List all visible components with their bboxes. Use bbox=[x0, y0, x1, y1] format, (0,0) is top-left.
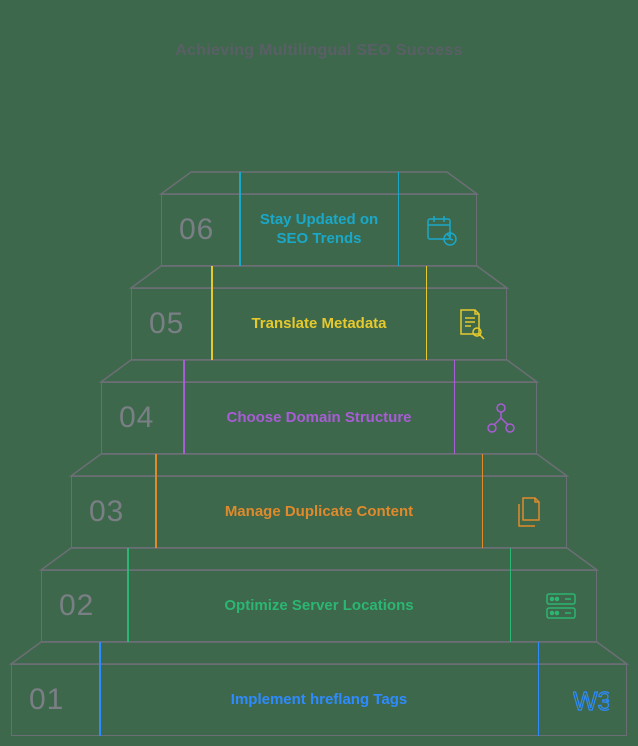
step-number: 03 bbox=[89, 495, 124, 529]
pyramid-diagram: 01 Implement hreflang Tags W3 02 Optimiz… bbox=[0, 100, 638, 736]
step-number: 04 bbox=[119, 401, 154, 435]
step-label: Manage Duplicate Content bbox=[155, 476, 483, 548]
tree-icon bbox=[483, 400, 519, 436]
w3-icon: W3 bbox=[573, 682, 609, 718]
doc-search-icon bbox=[453, 306, 489, 342]
svg-text:W3: W3 bbox=[573, 686, 609, 716]
documents-icon bbox=[513, 494, 549, 530]
step-label: Implement hreflang Tags bbox=[99, 664, 539, 736]
step-number: 05 bbox=[149, 307, 184, 341]
diagram-title: Achieving Multilingual SEO Success bbox=[0, 42, 638, 60]
step-label: Translate Metadata bbox=[211, 288, 427, 360]
step-05: 05 Translate Metadata bbox=[131, 288, 507, 360]
step-02: 02 Optimize Server Locations bbox=[41, 570, 597, 642]
step-01: 01 Implement hreflang Tags W3 bbox=[11, 664, 627, 736]
step-number: 06 bbox=[179, 213, 214, 247]
step-label: Choose Domain Structure bbox=[183, 382, 455, 454]
step-label: Stay Updated on SEO Trends bbox=[239, 194, 399, 266]
server-icon bbox=[543, 588, 579, 624]
step-06: 06 Stay Updated on SEO Trends bbox=[161, 194, 477, 266]
step-04: 04 Choose Domain Structure bbox=[101, 382, 537, 454]
step-number: 01 bbox=[29, 683, 64, 717]
step-03: 03 Manage Duplicate Content bbox=[71, 476, 567, 548]
step-label: Optimize Server Locations bbox=[127, 570, 511, 642]
calendar-refresh-icon bbox=[423, 212, 459, 248]
step-number: 02 bbox=[59, 589, 94, 623]
